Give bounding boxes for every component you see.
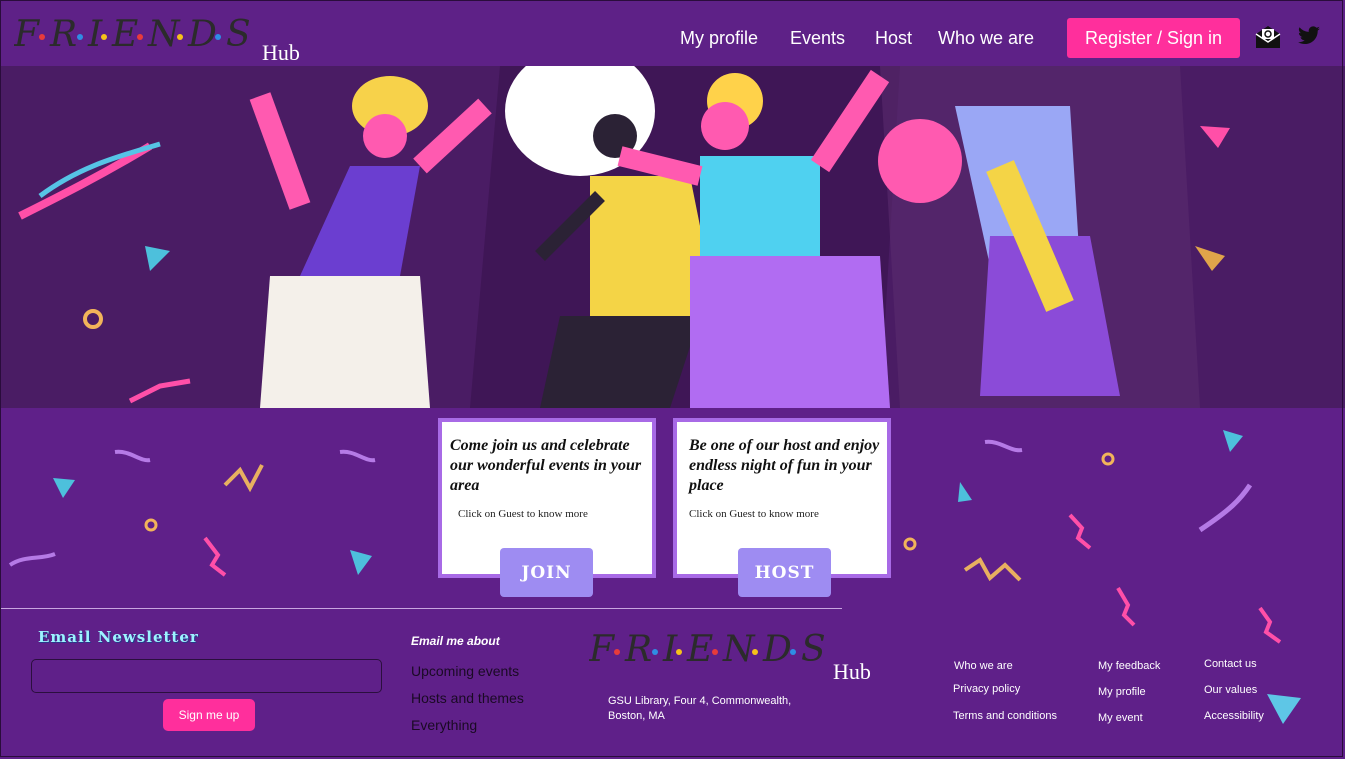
- footer-address: GSU Library, Four 4, Commonwealth, Bosto…: [608, 695, 792, 722]
- logo-letter: E: [111, 14, 138, 55]
- footer-link-accessibility[interactable]: Accessibility: [1204, 710, 1264, 722]
- friends-hub-logo[interactable]: F R I E N D S Hub: [14, 10, 314, 65]
- sign-me-up-button[interactable]: Sign me up: [163, 699, 255, 731]
- footer-logo: F R I E N D S Hub: [589, 625, 889, 685]
- footer-logo-subtitle: Hub: [833, 659, 871, 684]
- footer-link-terms[interactable]: Terms and conditions: [953, 710, 1057, 722]
- footer-link-contact-us[interactable]: Contact us: [1204, 658, 1257, 670]
- logo-letter: N: [147, 14, 181, 55]
- footer-logo-dots-icon: F R I E N D S: [589, 629, 826, 670]
- footer-logo-letter: R: [624, 629, 652, 670]
- join-card-subtitle: Click on Guest to know more: [458, 508, 588, 520]
- footer-logo-letter: N: [722, 629, 756, 670]
- hero-illustration: [0, 66, 1345, 408]
- host-card-title: Be one of our host and enjoy endless nig…: [689, 437, 880, 494]
- email-option-everything[interactable]: Everything: [411, 717, 477, 733]
- footer-link-my-event[interactable]: My event: [1098, 712, 1143, 724]
- email-option-upcoming-events[interactable]: Upcoming events: [411, 663, 519, 679]
- logo-dots-icon: F R I E N D S: [14, 14, 251, 55]
- nav-events[interactable]: Events: [790, 28, 845, 49]
- logo-subtitle: Hub: [262, 40, 300, 65]
- footer-link-my-profile[interactable]: My profile: [1098, 686, 1146, 698]
- footer-logo-letter: F: [589, 629, 616, 670]
- join-button[interactable]: JOIN: [500, 548, 593, 597]
- nav-my-profile[interactable]: My profile: [680, 28, 758, 49]
- triangle-confetti-icon: [1267, 694, 1301, 724]
- mail-icon[interactable]: [1254, 24, 1282, 52]
- top-navbar: F R I E N D S Hub My profile Events Host…: [0, 0, 1345, 66]
- logo-letter: S: [226, 14, 251, 55]
- host-card-subtitle: Click on Guest to know more: [689, 508, 819, 520]
- email-option-hosts-themes[interactable]: Hosts and themes: [411, 690, 524, 706]
- logo-letter: D: [187, 14, 217, 55]
- logo-letter: F: [14, 14, 41, 55]
- footer-divider: [0, 608, 842, 609]
- nav-who-we-are[interactable]: Who we are: [938, 28, 1034, 49]
- footer-link-privacy-policy[interactable]: Privacy policy: [953, 683, 1020, 695]
- footer-logo-letter: I: [662, 629, 678, 670]
- footer-link-my-feedback[interactable]: My feedback: [1098, 660, 1160, 672]
- twitter-icon[interactable]: [1296, 24, 1324, 52]
- newsletter-email-input[interactable]: [31, 659, 382, 693]
- footer-logo-letter: D: [762, 629, 792, 670]
- logo-letter: I: [87, 14, 103, 55]
- join-card-title: Come join us and celebrate our wonderful…: [450, 437, 642, 494]
- footer-logo-letter: S: [801, 629, 826, 670]
- footer-link-our-values[interactable]: Our values: [1204, 684, 1257, 696]
- dancing-people-illustration: [0, 66, 1345, 408]
- nav-host[interactable]: Host: [875, 28, 912, 49]
- email-me-about-title: Email me about: [411, 634, 500, 648]
- host-button[interactable]: HOST: [738, 548, 831, 597]
- footer-logo-letter: E: [686, 629, 713, 670]
- footer-link-who-we-are[interactable]: Who we are: [954, 660, 1013, 672]
- newsletter-title: Email Newsletter: [38, 628, 199, 646]
- logo-letter: R: [49, 14, 77, 55]
- register-sign-in-button[interactable]: Register / Sign in: [1067, 18, 1240, 58]
